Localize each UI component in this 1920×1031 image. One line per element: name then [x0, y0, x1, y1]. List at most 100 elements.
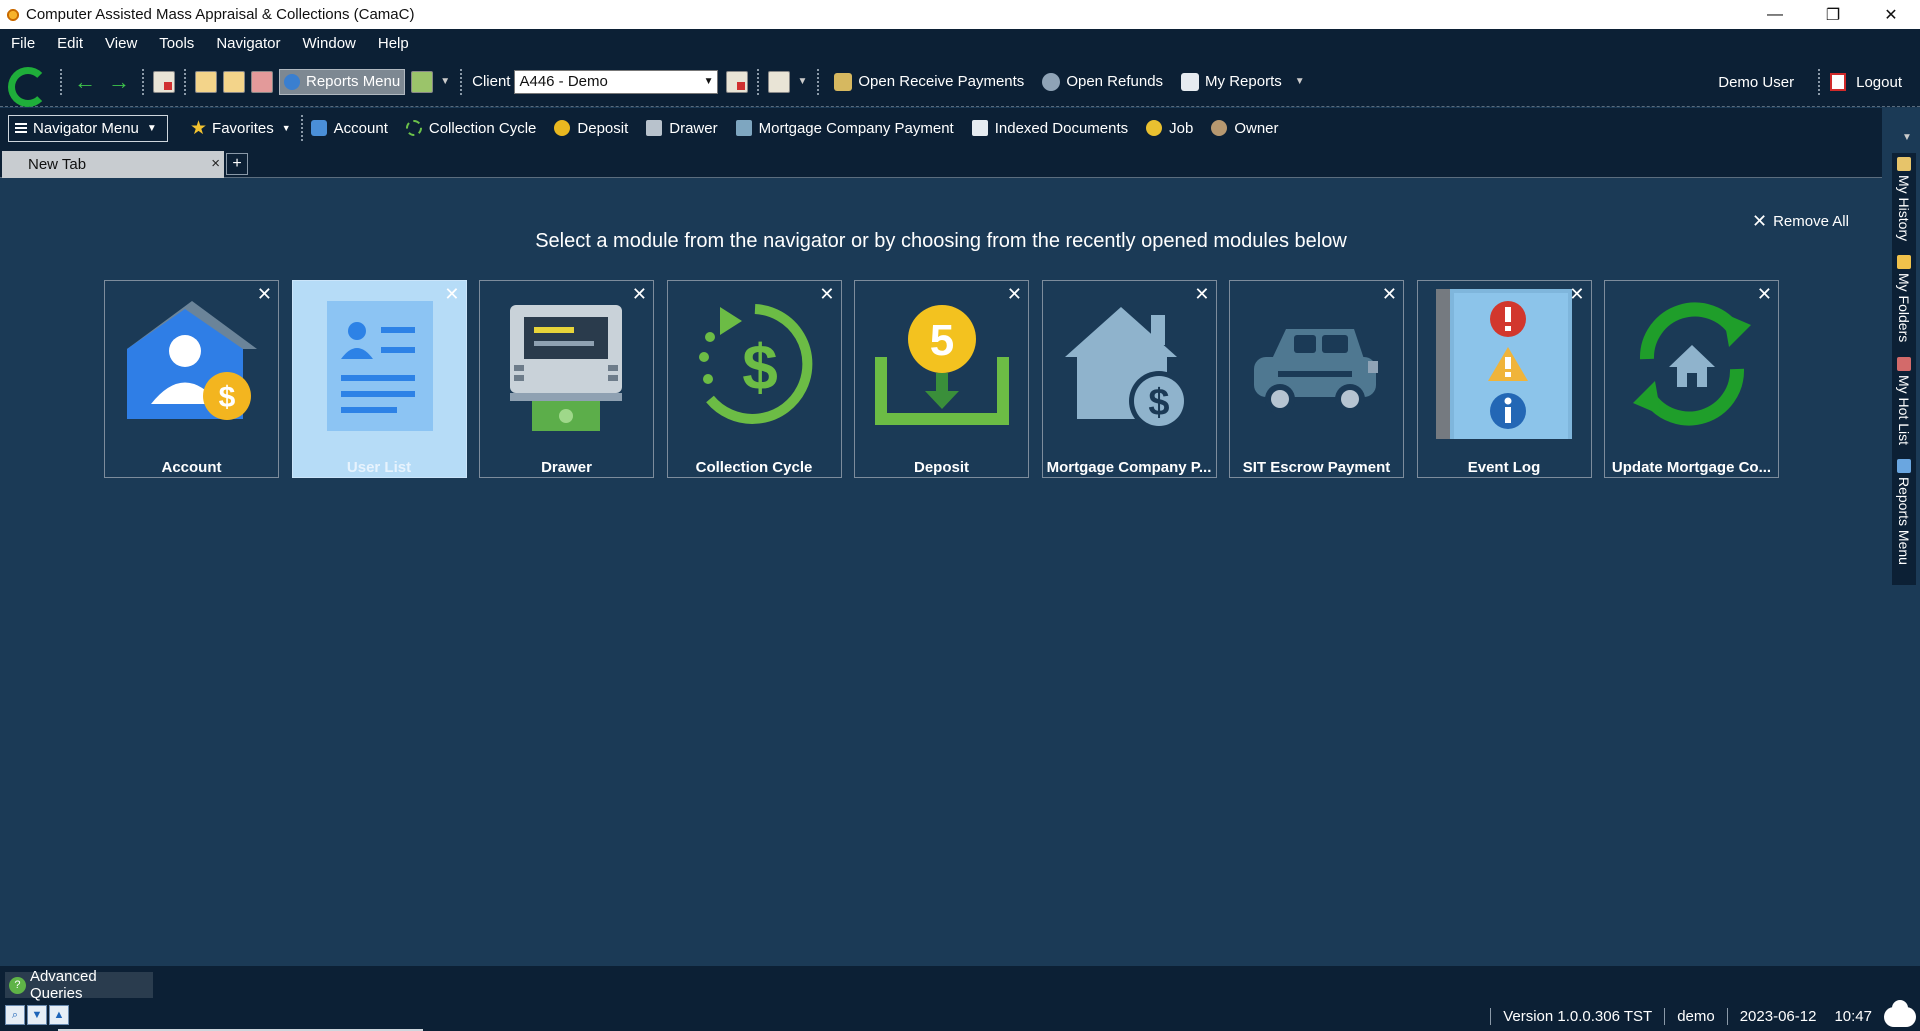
history-icon: [1897, 157, 1911, 171]
toolbar-overflow-icon[interactable]: ▼: [797, 76, 807, 87]
module-card-drawer[interactable]: ✕ Drawer: [479, 280, 654, 478]
card-close-icon[interactable]: ✕: [1569, 284, 1584, 305]
side-tab-my-hot-list[interactable]: My Hot List: [1892, 357, 1916, 445]
nav-collection-cycle[interactable]: Collection Cycle: [405, 120, 536, 137]
minimize-button[interactable]: —: [1746, 0, 1804, 29]
card-label: SIT Escrow Payment: [1242, 459, 1391, 476]
nav-mortgage-company-payment[interactable]: Mortgage Company Payment: [735, 120, 954, 137]
calendar-icon[interactable]: [195, 70, 217, 93]
hot-list-icon: [1897, 357, 1911, 371]
side-tab-my-folders[interactable]: My Folders: [1892, 255, 1916, 342]
advanced-queries-button[interactable]: ? Advanced Queries: [5, 968, 153, 1002]
nav-account[interactable]: Account: [310, 119, 388, 137]
back-arrow-icon[interactable]: ←: [74, 69, 96, 95]
side-tab-reports-menu[interactable]: Reports Menu: [1892, 459, 1916, 565]
nav-deposit[interactable]: Deposit: [554, 120, 628, 137]
collection-cycle-icon: [405, 120, 422, 136]
menu-file[interactable]: File: [0, 35, 46, 52]
nav-owner[interactable]: Owner: [1211, 120, 1279, 137]
chevron-down-icon[interactable]: ▼: [27, 1005, 47, 1025]
folder-icon[interactable]: [223, 70, 245, 93]
search-icon[interactable]: ⌕: [5, 1005, 25, 1025]
module-card-account[interactable]: $ ✕ Account: [104, 280, 279, 478]
collection-cycle-icon: $: [698, 304, 812, 424]
client-select[interactable]: A446 - Demo ▼: [514, 69, 719, 94]
card-close-icon[interactable]: ✕: [819, 284, 834, 305]
card-close-icon[interactable]: ✕: [1382, 284, 1397, 305]
menu-window[interactable]: Window: [292, 35, 367, 52]
card-label: Drawer: [541, 459, 592, 476]
side-tab-my-history[interactable]: My History: [1892, 157, 1916, 241]
clear-client-icon[interactable]: [726, 70, 749, 93]
chevron-down-icon: ▼: [146, 122, 157, 134]
main-toolbar: ← → Reports Menu ▼ Client A446 - Demo ▼ …: [0, 57, 1920, 107]
menu-tools[interactable]: Tools: [148, 35, 205, 52]
logout-button[interactable]: Logout: [1830, 73, 1902, 91]
help-icon[interactable]: [411, 70, 434, 93]
close-window-button[interactable]: ✕: [1862, 0, 1920, 29]
module-card-mortgage-company-payment[interactable]: $ ✕ Mortgage Company P...: [1041, 280, 1217, 478]
add-tab-button[interactable]: +: [226, 153, 248, 175]
nav-job-label: Job: [1169, 119, 1194, 137]
nav-indexed-documents[interactable]: Indexed Documents: [971, 120, 1128, 137]
app-icon: [6, 7, 20, 22]
open-receive-payments-link[interactable]: Open Receive Payments: [834, 72, 1025, 91]
document-icon[interactable]: [768, 70, 791, 93]
module-card-collection-cycle[interactable]: $ ✕ Collection Cycle: [666, 280, 842, 478]
car-icon: [1254, 329, 1378, 414]
chevron-up-icon[interactable]: ▲: [49, 1005, 69, 1025]
close-icon: ✕: [1752, 211, 1768, 231]
status-bar: ⌕ ▼ ▲ Version 1.0.0.306 TST demo 2023-06…: [0, 999, 1920, 1031]
close-document-icon[interactable]: [153, 70, 175, 93]
owner-icon: [1211, 120, 1228, 136]
card-close-icon[interactable]: ✕: [257, 284, 272, 305]
restore-button[interactable]: ❐: [1804, 0, 1862, 29]
toolbar-overflow-icon[interactable]: ▼: [440, 76, 450, 87]
side-tab-label: My Hot List: [1896, 375, 1912, 446]
indexed-documents-icon: [971, 120, 988, 136]
reports-menu-label: Reports Menu: [306, 73, 401, 90]
card-close-icon[interactable]: ✕: [1007, 284, 1022, 305]
navigator-menu-button[interactable]: Navigator Menu ▼: [8, 114, 168, 142]
reports-menu-button[interactable]: Reports Menu: [279, 68, 406, 95]
menu-help[interactable]: Help: [367, 35, 420, 52]
menu-edit[interactable]: Edit: [46, 35, 94, 52]
open-refunds-link[interactable]: Open Refunds: [1042, 72, 1163, 91]
card-close-icon[interactable]: ✕: [1194, 284, 1209, 305]
cloud-icon[interactable]: [1884, 999, 1916, 1027]
remove-all-button[interactable]: ✕ Remove All: [1752, 211, 1849, 232]
tab-new-tab[interactable]: New Tab ×: [2, 151, 224, 178]
chevron-down-icon: ▼: [281, 123, 291, 133]
forward-arrow-icon[interactable]: →: [108, 69, 130, 95]
my-reports-label: My Reports: [1205, 73, 1282, 90]
module-card-sit-escrow-payment[interactable]: ✕ SIT Escrow Payment: [1229, 280, 1404, 478]
tab-close-icon[interactable]: ×: [211, 155, 220, 172]
title-bar: Computer Assisted Mass Appraisal & Colle…: [0, 0, 1920, 29]
favorites-menu[interactable]: ★ Favorites ▼: [190, 117, 291, 140]
nav-job[interactable]: Job: [1146, 120, 1193, 137]
report-grid-icon[interactable]: [251, 70, 273, 93]
account-icon: $: [127, 301, 257, 420]
module-card-user-list[interactable]: ✕ User List: [291, 280, 467, 478]
side-tabs: My History My Folders My Hot List Report…: [1892, 153, 1916, 585]
side-panel-overflow-icon[interactable]: ▼: [1902, 132, 1912, 143]
module-card-event-log[interactable]: ✕ Event Log: [1416, 280, 1592, 478]
tab-strip: New Tab × +: [0, 148, 1882, 178]
menu-navigator[interactable]: Navigator: [205, 35, 291, 52]
my-reports-link[interactable]: My Reports: [1181, 72, 1282, 91]
module-card-update-mortgage-company[interactable]: ✕ Update Mortgage Co...: [1604, 280, 1779, 478]
bottom-strip: ? Advanced Queries: [0, 966, 1920, 1002]
card-close-icon[interactable]: ✕: [1757, 284, 1772, 305]
card-close-icon[interactable]: ✕: [632, 284, 647, 305]
open-receive-payments-label: Open Receive Payments: [858, 73, 1025, 90]
event-log-icon: [1435, 289, 1572, 439]
payment-icon: [834, 72, 853, 91]
nav-account-label: Account: [333, 119, 388, 137]
nav-drawer[interactable]: Drawer: [646, 120, 718, 137]
deposit-icon: [554, 120, 571, 136]
toolbar-overflow-icon[interactable]: ▼: [1295, 76, 1305, 87]
module-card-deposit[interactable]: 5 ✕ Deposit: [854, 280, 1029, 478]
card-close-icon[interactable]: ✕: [444, 284, 459, 305]
navigator-menu-label: Navigator Menu: [33, 119, 139, 137]
menu-view[interactable]: View: [94, 35, 148, 52]
